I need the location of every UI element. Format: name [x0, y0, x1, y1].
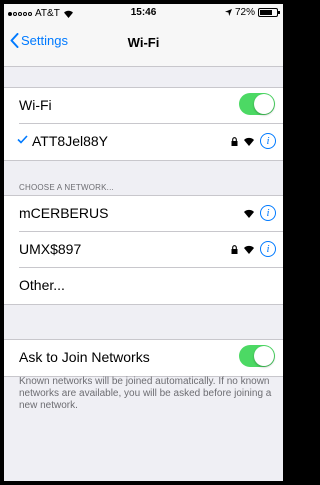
lock-icon — [231, 244, 238, 254]
wifi-icon — [244, 209, 254, 218]
section-header-networks: CHOOSE A NETWORK... — [19, 183, 114, 192]
wifi-icon — [244, 137, 254, 146]
info-icon[interactable]: i — [260, 241, 276, 257]
wifi-group: Wi-Fi ATT8Jel88Y i — [4, 87, 283, 161]
wifi-toggle-row: Wi-Fi — [4, 88, 283, 124]
other-label: Other... — [19, 277, 65, 293]
ask-join-row: Ask to Join Networks — [4, 340, 283, 376]
connected-network-icons: i — [231, 133, 276, 149]
info-icon[interactable]: i — [260, 133, 276, 149]
info-icon[interactable]: i — [260, 205, 276, 221]
location-arrow-icon — [224, 9, 232, 16]
network-icons: i — [243, 205, 276, 221]
ask-join-toggle[interactable] — [239, 345, 275, 367]
ask-join-label: Ask to Join Networks — [19, 349, 150, 365]
network-row-umx[interactable]: UMX$897 i — [4, 232, 283, 268]
network-name: UMX$897 — [19, 241, 82, 257]
battery-percent: 72% — [234, 7, 255, 18]
wifi-label: Wi-Fi — [19, 97, 52, 113]
wifi-toggle[interactable] — [239, 93, 275, 115]
ask-join-group: Ask to Join Networks — [4, 339, 283, 377]
checkmark-icon — [17, 135, 28, 144]
status-right: 72% — [224, 7, 280, 18]
phone-screen: AT&T 15:46 72% Settings Wi-Fi Wi-Fi ATT8… — [4, 4, 283, 481]
page-title: Wi-Fi — [127, 35, 160, 50]
status-bar: AT&T 15:46 72% — [4, 4, 283, 24]
lock-icon — [231, 136, 238, 146]
battery-icon — [258, 8, 280, 17]
network-row-mcerberus[interactable]: mCERBERUS i — [4, 196, 283, 232]
ask-join-footer: Known networks will be joined automatica… — [19, 376, 272, 411]
networks-group: mCERBERUS i UMX$897 i Other... — [4, 195, 283, 305]
network-name: mCERBERUS — [19, 205, 109, 221]
other-network-row[interactable]: Other... — [4, 268, 283, 304]
wifi-icon — [244, 245, 254, 254]
network-icons: i — [231, 241, 276, 257]
connected-network-row[interactable]: ATT8Jel88Y i — [4, 124, 283, 160]
connected-network-name: ATT8Jel88Y — [32, 133, 108, 149]
navigation-bar: Settings Wi-Fi — [4, 24, 283, 67]
